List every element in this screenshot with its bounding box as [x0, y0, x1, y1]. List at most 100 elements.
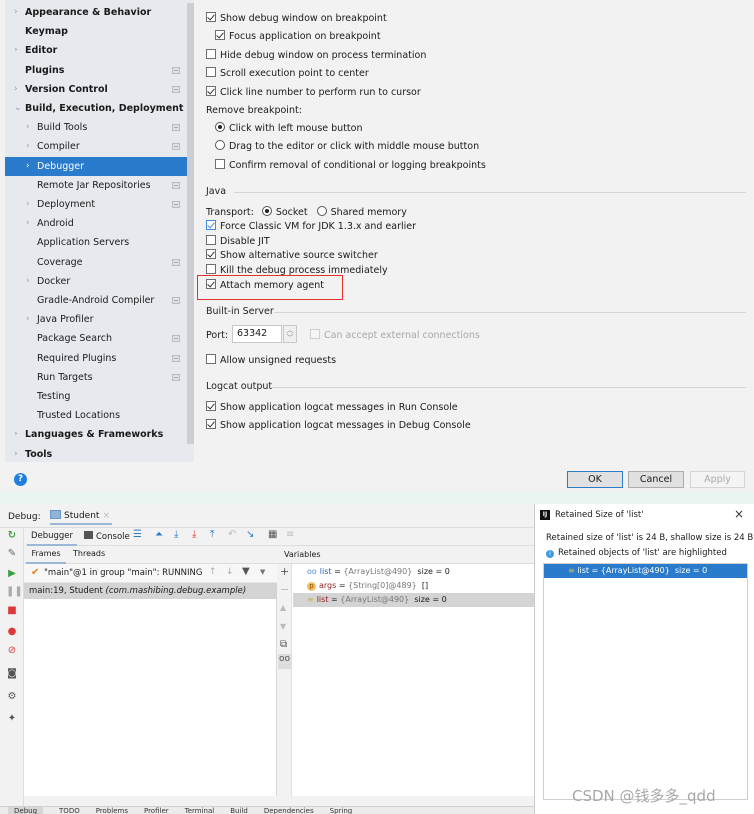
step-out-icon[interactable]: ⤒ [210, 529, 214, 541]
sidebar-item-trusted-locations[interactable]: Trusted Locations [5, 406, 187, 425]
remove-watch-icon[interactable]: − [280, 583, 289, 596]
resume-icon[interactable]: ▶ [6, 568, 18, 580]
drop-frame-icon[interactable]: ↶ [228, 529, 236, 541]
trace-icon[interactable]: ≡ [286, 529, 294, 541]
sidebar-item-testing[interactable]: Testing [5, 387, 187, 406]
sidebar-item-deployment[interactable]: › Deployment [5, 195, 187, 214]
unsigned-requests-checkbox[interactable]: Allow unsigned requests [206, 353, 336, 368]
sidebar-item-appearance-behavior[interactable]: › Appearance & Behavior [5, 3, 187, 22]
confirm-removal-checkbox[interactable]: Confirm removal of conditional or loggin… [215, 158, 486, 173]
tab-debugger[interactable]: Debugger [27, 529, 77, 546]
chevron-right-icon[interactable]: › [26, 157, 30, 176]
variable-row[interactable]: ≡ list = {ArrayList@490} size = 0 [293, 593, 534, 607]
close-icon[interactable]: × [102, 511, 110, 521]
scroll-exec-checkbox[interactable]: Scroll execution point to center [206, 66, 369, 81]
tab-threads[interactable]: Threads [73, 549, 105, 558]
chevron-right-icon[interactable]: › [26, 310, 30, 329]
chevron-right-icon[interactable]: › [26, 118, 30, 137]
show-execution-point-icon[interactable]: ⏶ [155, 529, 163, 541]
logcat-run-checkbox[interactable]: Show application logcat messages in Run … [206, 400, 458, 415]
force-classic-checkbox[interactable]: Force Classic VM for JDK 1.3.x and earli… [206, 219, 416, 234]
sidebar-item-debugger[interactable]: › Debugger [5, 156, 194, 176]
camera-icon[interactable]: ◙ [6, 668, 18, 680]
sidebar-item-version-control[interactable]: › Version Control [5, 80, 187, 99]
port-input[interactable]: 63342 [232, 325, 282, 343]
sidebar-item-application-servers[interactable]: Application Servers [5, 233, 187, 252]
sidebar-scrollbar[interactable] [187, 3, 194, 444]
sidebar-item-languages-frameworks[interactable]: › Languages & Frameworks [5, 425, 187, 444]
thread-selector[interactable]: ✔ "main"@1 in group "main": RUNNING ↑ ↓ … [24, 564, 277, 583]
chevron-right-icon[interactable]: › [26, 137, 30, 156]
sidebar-item-compiler[interactable]: › Compiler [5, 137, 187, 156]
spin-up-icon[interactable]: ︿ [284, 326, 296, 334]
frame-row[interactable]: main:19, Student (com.mashibing.debug.ex… [24, 583, 277, 599]
tab-frames[interactable]: Frames [26, 546, 66, 564]
click-line-checkbox[interactable]: Click line number to perform run to curs… [206, 85, 421, 100]
settings-wrench-icon[interactable]: ✎ [6, 548, 18, 560]
transport-socket-radio[interactable]: Socket [261, 206, 308, 218]
ok-button[interactable]: OK [567, 471, 623, 488]
sidebar-item-keymap[interactable]: Keymap [5, 22, 187, 41]
gear-icon[interactable]: ⚙ [6, 691, 18, 703]
run-to-cursor-icon[interactable]: ↘ [246, 529, 254, 541]
sidebar-item-remote-jar-repositories[interactable]: Remote Jar Repositories [5, 176, 187, 195]
alt-source-checkbox[interactable]: Show alternative source switcher [206, 248, 378, 263]
sidebar-item-build-execution-deployment[interactable]: ⌄ Build, Execution, Deployment [5, 99, 187, 118]
move-down-icon[interactable]: ▼ [280, 622, 286, 631]
retained-row[interactable]: ≡ list = {ArrayList@490} size = 0 [544, 564, 747, 578]
cancel-button[interactable]: Cancel [628, 471, 684, 488]
close-icon[interactable]: × [734, 507, 744, 521]
sidebar-item-editor[interactable]: › Editor [5, 41, 187, 60]
disable-jit-checkbox[interactable]: Disable JIT [206, 234, 270, 249]
add-watch-icon[interactable]: + [280, 565, 289, 578]
bottom-tab-debug[interactable]: Debug [8, 807, 44, 814]
pause-icon[interactable]: ❚❚ [6, 586, 23, 598]
tab-console[interactable]: Console [84, 531, 130, 542]
sidebar-item-coverage[interactable]: Coverage [5, 253, 187, 272]
chevron-right-icon[interactable]: › [26, 195, 30, 214]
bottom-tab-spring[interactable]: Spring [330, 807, 353, 814]
bottom-tab-profiler[interactable]: Profiler [144, 807, 169, 814]
session-tab-student[interactable]: Student × [50, 509, 112, 525]
layout-icon[interactable]: ☰ [133, 529, 142, 541]
sidebar-item-package-search[interactable]: Package Search [5, 329, 187, 348]
view-breakpoints-icon[interactable]: ● [6, 626, 18, 638]
chevron-right-icon[interactable]: › [14, 3, 18, 22]
help-icon[interactable]: ? [14, 473, 27, 486]
external-connections-checkbox[interactable]: Can accept external connections [310, 328, 480, 343]
evaluate-icon[interactable]: ▦ [268, 529, 277, 541]
spin-down-icon[interactable]: ﹀ [284, 334, 296, 342]
chevron-right-icon[interactable]: › [14, 425, 18, 444]
pin-icon[interactable]: ✦ [6, 713, 18, 725]
sidebar-item-gradle-android-compiler[interactable]: Gradle-Android Compiler [5, 291, 187, 310]
variable-row[interactable]: p args = {String[0]@489} [] [293, 579, 534, 593]
rerun-icon[interactable]: ↻ [6, 530, 18, 542]
chevron-down-icon[interactable]: ⌄ [14, 99, 22, 118]
bottom-tab-problems[interactable]: Problems [96, 807, 128, 814]
port-spinner[interactable]: ︿ ﹀ [283, 325, 297, 343]
sidebar-item-required-plugins[interactable]: Required Plugins [5, 349, 187, 368]
sidebar-item-docker[interactable]: › Docker [5, 272, 187, 291]
sidebar-item-tools[interactable]: › Tools [5, 445, 187, 464]
chevron-right-icon[interactable]: › [26, 214, 30, 233]
bottom-tab-dependencies[interactable]: Dependencies [264, 807, 314, 814]
sidebar-item-android[interactable]: › Android [5, 214, 187, 233]
remove-drag-radio[interactable]: Drag to the editor or click with middle … [215, 139, 479, 154]
chevron-right-icon[interactable]: › [14, 80, 18, 99]
stop-icon[interactable]: ■ [6, 605, 18, 617]
show-debug-window-checkbox[interactable]: Show debug window on breakpoint [206, 11, 387, 26]
force-step-into-icon[interactable]: ⤓ [192, 529, 196, 541]
remove-click-radio[interactable]: Click with left mouse button [215, 121, 362, 136]
sidebar-item-build-tools[interactable]: › Build Tools [5, 118, 187, 137]
apply-button[interactable]: Apply [690, 471, 745, 488]
chevron-down-icon[interactable]: ▼ [260, 568, 265, 576]
bottom-tab-terminal[interactable]: Terminal [185, 807, 215, 814]
arrow-up-icon[interactable]: ↑ [209, 567, 217, 577]
transport-shared-radio[interactable]: Shared memory [316, 206, 407, 218]
arrow-down-icon[interactable]: ↓ [226, 567, 234, 577]
chevron-right-icon[interactable]: › [26, 272, 30, 291]
copy-icon[interactable]: ⧉ [280, 639, 287, 650]
variable-row[interactable]: oo list = {ArrayList@490} size = 0 [293, 565, 534, 579]
bottom-tab-todo[interactable]: TODO [59, 807, 80, 814]
filter-icon[interactable]: ▼ [242, 566, 250, 577]
